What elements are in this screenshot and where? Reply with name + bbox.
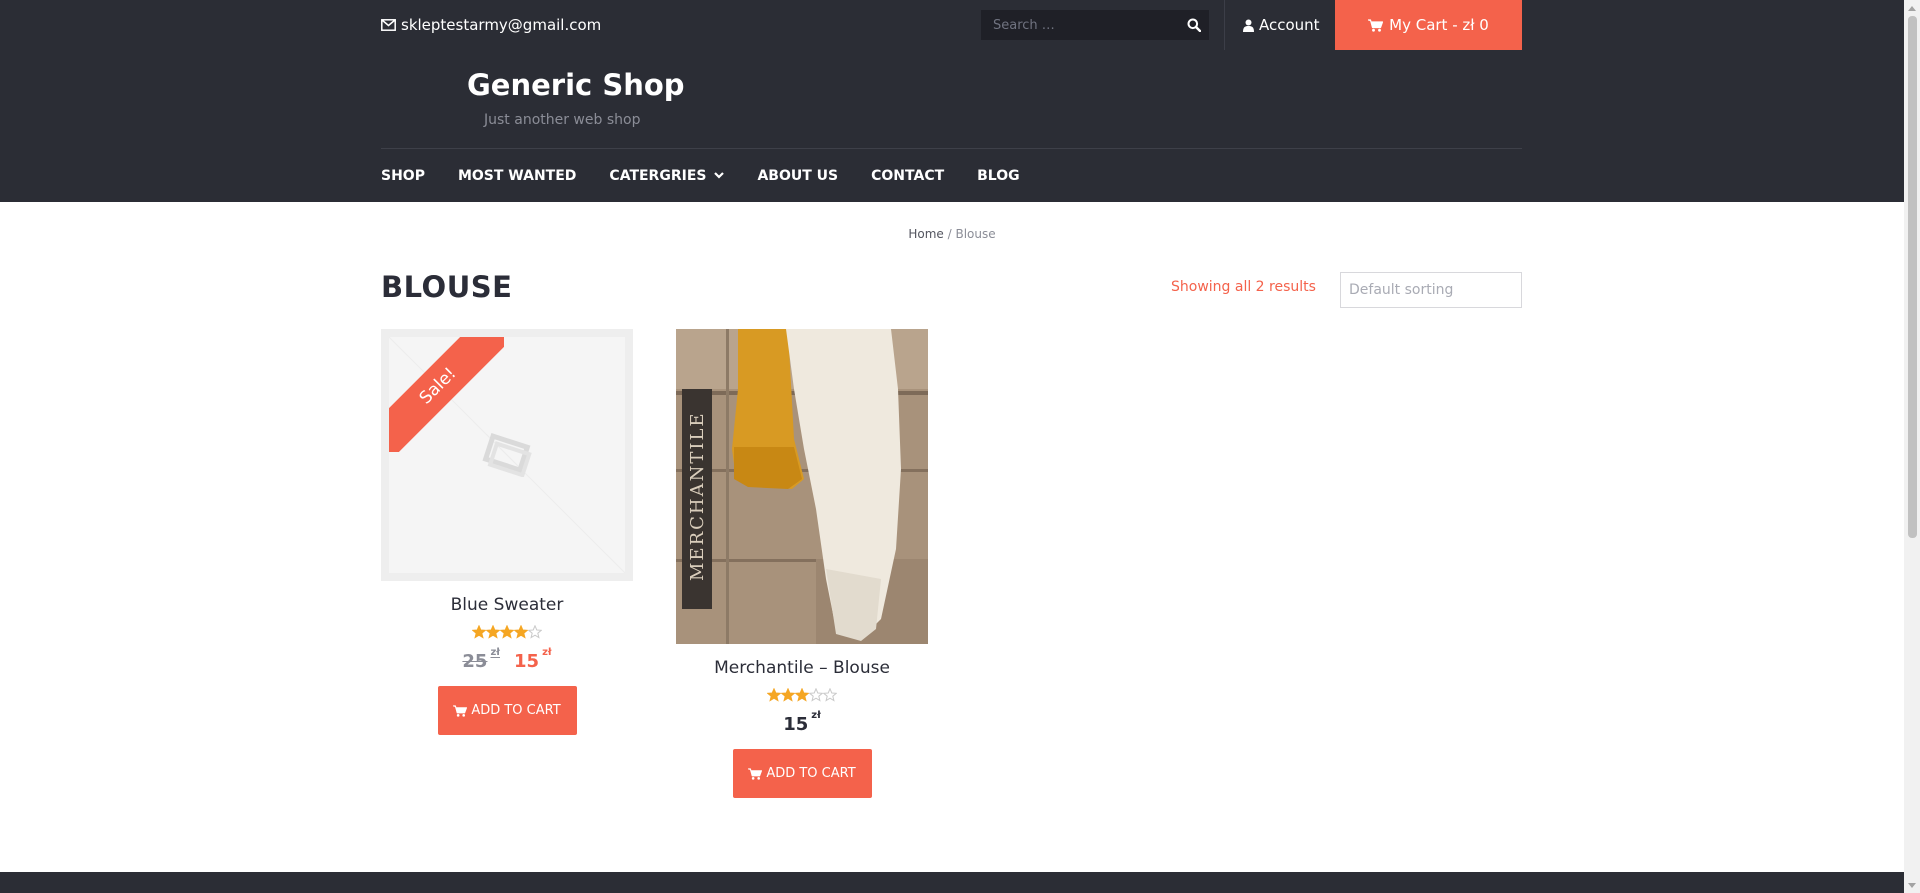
product-card: Sale! Blue Sweater 25 zł 15 zł ADD TO CART — [381, 329, 633, 735]
add-to-cart-label: ADD TO CART — [766, 766, 856, 781]
account-link[interactable]: Account — [1243, 0, 1320, 50]
result-count: Showing all 2 results — [1171, 279, 1316, 295]
chevron-down-icon — [714, 172, 725, 179]
nav-label: BLOG — [977, 167, 1020, 184]
star-filled-icon — [781, 688, 795, 702]
envelope-icon — [381, 19, 396, 31]
add-to-cart-button[interactable]: ADD TO CART — [732, 749, 872, 798]
currency: zł — [811, 710, 821, 721]
price: 25 zł 15 zł — [381, 647, 633, 672]
nav-label: CONTACT — [871, 167, 945, 184]
breadcrumb-home[interactable]: Home — [908, 227, 943, 241]
cart-icon — [453, 704, 468, 717]
cart-icon — [748, 767, 763, 780]
product-image-placeholder[interactable]: Sale! — [381, 329, 633, 581]
contact-email-text: skleptestarmy@gmail.com — [401, 16, 602, 34]
nav-item-most-wanted[interactable]: MOST WANTED — [458, 168, 576, 184]
scrollbar[interactable] — [1904, 0, 1920, 893]
user-icon — [1243, 19, 1254, 32]
nav-item-shop[interactable]: SHOP — [381, 168, 425, 184]
star-filled-icon — [795, 688, 809, 702]
price-old-value: 25 — [462, 651, 488, 672]
breadcrumb-separator: / — [943, 227, 956, 241]
nav-label: CATERGRIES — [609, 167, 707, 184]
nav-item-blog[interactable]: BLOG — [977, 168, 1020, 184]
product-photo: MERCHANTILE — [676, 329, 928, 644]
search-input[interactable] — [981, 10, 1179, 40]
scroll-down-arrow[interactable] — [1904, 877, 1920, 893]
star-empty-icon — [823, 688, 837, 702]
site-header: Generic Shop Just another web shop SHOP … — [0, 50, 1904, 202]
add-to-cart-button[interactable]: ADD TO CART — [437, 686, 577, 735]
star-filled-icon — [486, 625, 500, 639]
product-card: MERCHANTILE Merchantile – Blouse 15 zł AD… — [676, 329, 928, 798]
price-sale-value: 15 — [514, 651, 540, 672]
search-box — [981, 10, 1209, 40]
price-sale: 15 zł — [514, 647, 552, 672]
page-title: BLOUSE — [381, 270, 513, 304]
cart-button[interactable]: My Cart - zł 0 — [1335, 0, 1522, 50]
sale-badge-text: Sale! — [389, 337, 504, 452]
nav-item-contact[interactable]: CONTACT — [871, 168, 944, 184]
nav-label: ABOUT US — [757, 167, 839, 184]
nav-label: MOST WANTED — [457, 167, 577, 184]
cart-icon — [1368, 18, 1384, 32]
photo-label: MERCHANTILE — [687, 411, 708, 581]
price-value: 15 — [783, 714, 809, 735]
sort-select[interactable]: Default sorting — [1340, 272, 1522, 308]
price: 15 zł — [676, 710, 928, 735]
account-label: Account — [1259, 16, 1320, 34]
star-empty-icon — [809, 688, 823, 702]
sale-badge: Sale! — [389, 337, 504, 452]
contact-email[interactable]: skleptestarmy@gmail.com — [381, 0, 601, 50]
search-button[interactable] — [1179, 10, 1209, 40]
site-title[interactable]: Generic Shop — [467, 68, 685, 102]
site-tagline: Just another web shop — [484, 112, 641, 128]
breadcrumb: Home / Blouse — [0, 227, 1904, 241]
currency: zł — [490, 647, 500, 658]
product-title[interactable]: Blue Sweater — [381, 595, 633, 615]
scrollbar-thumb[interactable] — [1908, 16, 1917, 538]
main-nav: SHOP MOST WANTED CATERGRIES ABOUT US CON… — [381, 149, 1053, 202]
cart-label: My Cart - zł 0 — [1389, 16, 1489, 34]
currency: zł — [542, 647, 552, 658]
top-bar: skleptestarmy@gmail.com Account My Cart … — [0, 0, 1904, 50]
scroll-up-arrow[interactable] — [1904, 0, 1920, 16]
nav-item-categories[interactable]: CATERGRIES — [609, 167, 725, 184]
product-image[interactable]: MERCHANTILE — [676, 329, 928, 644]
star-rating — [676, 688, 928, 702]
star-filled-icon — [767, 688, 781, 702]
add-to-cart-label: ADD TO CART — [471, 703, 561, 718]
top-divider — [1224, 0, 1225, 50]
site-footer — [0, 872, 1904, 893]
star-empty-icon — [528, 625, 542, 639]
nav-label: SHOP — [381, 167, 425, 184]
price-old: 25 zł — [462, 647, 500, 672]
price-current: 15 zł — [783, 710, 821, 735]
star-filled-icon — [500, 625, 514, 639]
search-icon — [1187, 18, 1201, 32]
breadcrumb-current: Blouse — [955, 227, 996, 241]
star-filled-icon — [514, 625, 528, 639]
product-title[interactable]: Merchantile – Blouse — [676, 658, 928, 678]
star-rating — [381, 625, 633, 639]
star-filled-icon — [472, 625, 486, 639]
nav-item-about-us[interactable]: ABOUT US — [757, 168, 838, 184]
